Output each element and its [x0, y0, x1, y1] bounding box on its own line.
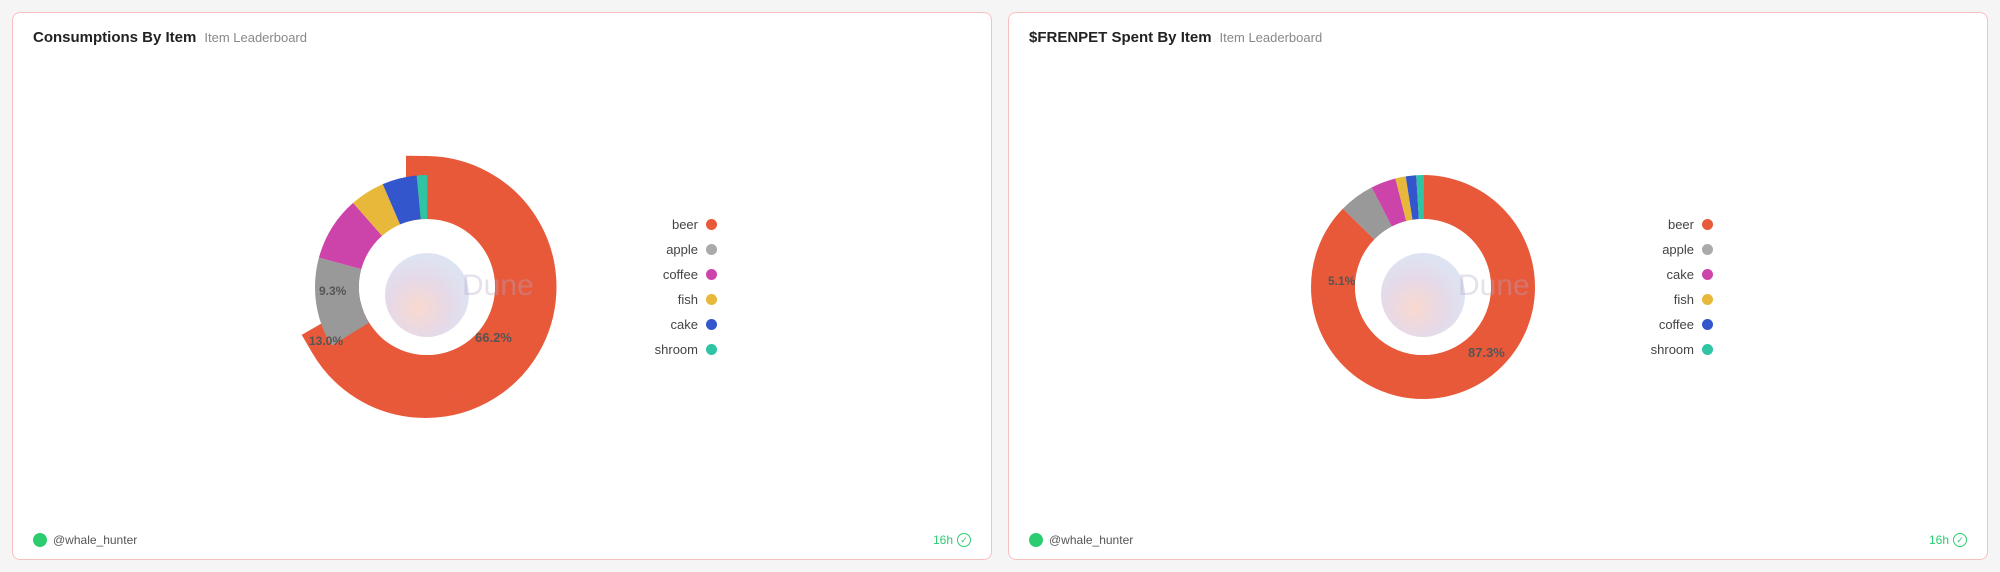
label-coffee-1: 9.3%	[319, 284, 347, 298]
legend-item-apple-2: apple	[1603, 242, 1713, 257]
inner-decoration-1	[385, 253, 469, 337]
donut-svg-2: Dune 87.3% 5.1%	[1283, 147, 1563, 427]
legend-item-cake-1: cake	[607, 317, 717, 332]
footer-username-1: @whale_hunter	[53, 533, 137, 547]
donut-wrapper-1: Dune 66.2% 9.3% 13.0%	[287, 147, 567, 427]
footer-time-2: 16h ✓	[1929, 533, 1967, 547]
user-avatar-2	[1029, 533, 1043, 547]
charts-container: Consumptions By Item Item Leaderboard	[0, 0, 2000, 572]
legend-item-apple-1: apple	[607, 242, 717, 257]
card-header-2: $FRENPET Spent By Item Item Leaderboard	[1029, 29, 1967, 46]
legend-dot-beer-2	[1702, 219, 1713, 230]
donut-svg-1b: Dune 66.2% 9.3% 13.0%	[287, 147, 567, 427]
watermark-2: Dune	[1458, 269, 1530, 302]
legend-label-beer-1: beer	[672, 217, 698, 232]
legend-dot-beer-1	[706, 219, 717, 230]
legend-item-coffee-1: coffee	[607, 267, 717, 282]
legend-item-shroom-1: shroom	[607, 342, 717, 357]
legend-label-coffee-1: coffee	[663, 267, 698, 282]
legend-2: beer apple cake fish coffee	[1603, 217, 1713, 357]
chart-card-1: Consumptions By Item Item Leaderboard	[12, 12, 992, 560]
chart-body-2: Dune 87.3% 5.1% beer apple cake	[1029, 54, 1967, 519]
chart-card-2: $FRENPET Spent By Item Item Leaderboard	[1008, 12, 1988, 560]
legend-item-shroom-2: shroom	[1603, 342, 1713, 357]
footer-username-2: @whale_hunter	[1049, 533, 1133, 547]
user-avatar-1	[33, 533, 47, 547]
inner-decoration-2	[1381, 253, 1465, 337]
legend-dot-fish-2	[1702, 294, 1713, 305]
chart-subtitle-1: Item Leaderboard	[204, 30, 307, 45]
legend-item-beer-2: beer	[1603, 217, 1713, 232]
check-icon-1: ✓	[957, 533, 971, 547]
footer-time-label-2: 16h	[1929, 533, 1949, 547]
legend-1: beer apple coffee fish cake	[607, 217, 717, 357]
legend-label-cake-1: cake	[671, 317, 698, 332]
watermark-1: Dune	[462, 269, 534, 302]
chart-title-1: Consumptions By Item	[33, 29, 196, 46]
legend-item-cake-2: cake	[1603, 267, 1713, 282]
chart-subtitle-2: Item Leaderboard	[1220, 30, 1323, 45]
check-icon-2: ✓	[1953, 533, 1967, 547]
legend-dot-shroom-1	[706, 344, 717, 355]
legend-label-fish-1: fish	[678, 292, 698, 307]
footer-user-1: @whale_hunter	[33, 533, 137, 547]
legend-label-shroom-2: shroom	[1651, 342, 1694, 357]
label-gray-2: 5.1%	[1328, 274, 1356, 288]
legend-item-fish-1: fish	[607, 292, 717, 307]
legend-label-beer-2: beer	[1668, 217, 1694, 232]
card-header-1: Consumptions By Item Item Leaderboard	[33, 29, 971, 46]
legend-dot-cake-1	[706, 319, 717, 330]
chart-body-1: Dune 66.2% 9.3% 13.0% beer apple	[33, 54, 971, 519]
legend-dot-coffee-2	[1702, 319, 1713, 330]
legend-dot-apple-1	[706, 244, 717, 255]
legend-dot-coffee-1	[706, 269, 717, 280]
legend-label-coffee-2: coffee	[1659, 317, 1694, 332]
legend-item-coffee-2: coffee	[1603, 317, 1713, 332]
footer-user-2: @whale_hunter	[1029, 533, 1133, 547]
legend-label-shroom-1: shroom	[655, 342, 698, 357]
label-beer-2: 87.3%	[1468, 345, 1505, 360]
card-footer-2: @whale_hunter 16h ✓	[1029, 527, 1967, 547]
legend-item-fish-2: fish	[1603, 292, 1713, 307]
legend-dot-apple-2	[1702, 244, 1713, 255]
legend-dot-cake-2	[1702, 269, 1713, 280]
label-beer-1: 66.2%	[475, 330, 512, 345]
footer-time-label-1: 16h	[933, 533, 953, 547]
chart-title-2: $FRENPET Spent By Item	[1029, 29, 1212, 46]
footer-time-1: 16h ✓	[933, 533, 971, 547]
legend-label-fish-2: fish	[1674, 292, 1694, 307]
legend-dot-shroom-2	[1702, 344, 1713, 355]
donut-wrapper-2: Dune 87.3% 5.1%	[1283, 147, 1563, 427]
legend-label-apple-2: apple	[1662, 242, 1694, 257]
label-gray-1: 13.0%	[309, 334, 343, 348]
legend-label-apple-1: apple	[666, 242, 698, 257]
legend-item-beer-1: beer	[607, 217, 717, 232]
legend-dot-fish-1	[706, 294, 717, 305]
legend-label-cake-2: cake	[1667, 267, 1694, 282]
card-footer-1: @whale_hunter 16h ✓	[33, 527, 971, 547]
